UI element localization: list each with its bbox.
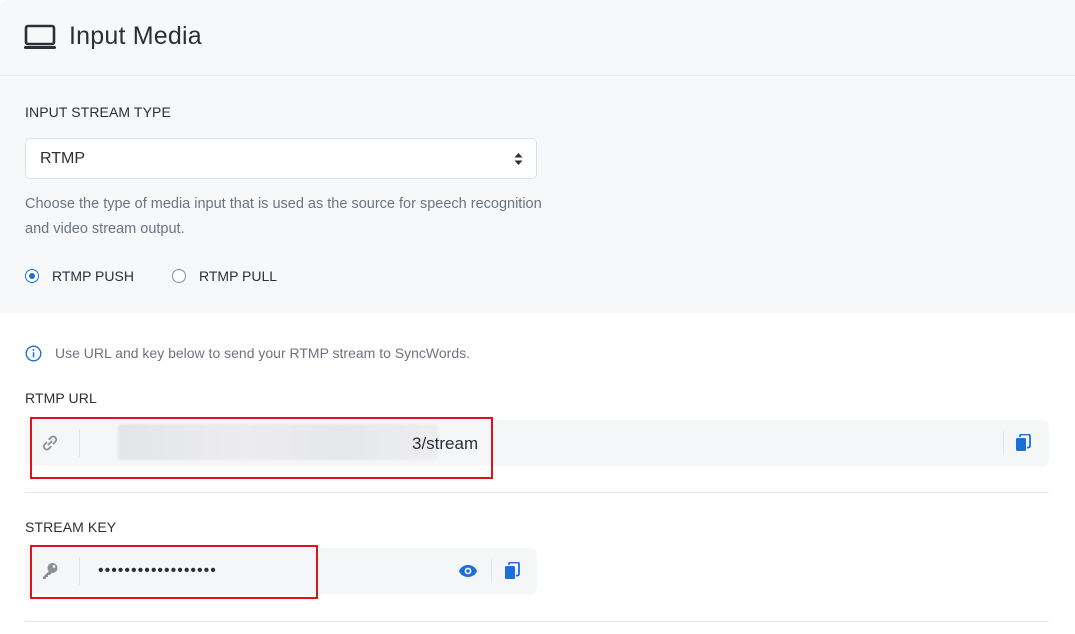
selected-value: RTMP: [40, 150, 86, 167]
rtmp-url-value[interactable]: 3/stream: [412, 434, 478, 454]
stream-key-value[interactable]: ••••••••••••••••••: [98, 562, 217, 580]
stream-type-help-text: Choose the type of media input that is u…: [25, 196, 542, 237]
section-divider: [25, 492, 1049, 493]
radio-rtmp-push[interactable]: RTMP PUSH: [25, 266, 134, 286]
monitor-icon: [24, 24, 56, 49]
toggle-visibility-button[interactable]: [457, 560, 479, 582]
rtmp-url-field: 3/stream: [25, 420, 1049, 466]
info-icon: [25, 344, 42, 362]
section-divider: [25, 621, 1049, 622]
panel-header: Input Media: [0, 0, 1075, 76]
stream-key-field: ••••••••••••••••••: [25, 548, 537, 594]
stream-key-label: STREAM KEY: [25, 519, 117, 535]
link-icon: [42, 435, 58, 451]
input-stream-type-label: INPUT STREAM TYPE: [25, 104, 171, 120]
field-divider: [79, 557, 80, 585]
key-icon: [43, 563, 58, 579]
info-message: Use URL and key below to send your RTMP …: [25, 343, 470, 363]
input-stream-type-select[interactable]: RTMP: [25, 138, 537, 179]
field-divider: [491, 559, 492, 583]
copy-key-button[interactable]: [501, 560, 523, 582]
radio-rtmp-pull[interactable]: RTMP PULL: [172, 266, 277, 286]
copy-url-button[interactable]: [1012, 432, 1034, 454]
rtmp-url-label: RTMP URL: [25, 390, 97, 406]
radio-label: RTMP PULL: [199, 268, 278, 284]
copy-icon: [505, 562, 520, 579]
field-divider: [1003, 431, 1004, 455]
radio-label: RTMP PUSH: [52, 268, 134, 284]
page-title: Input Media: [69, 22, 202, 50]
redacted-url: [118, 424, 438, 460]
sort-caret-icon: [514, 153, 523, 165]
field-divider: [79, 429, 80, 457]
radio-unchecked-icon: [172, 269, 186, 283]
info-text: Use URL and key below to send your RTMP …: [55, 345, 470, 361]
eye-icon: [459, 565, 477, 577]
radio-checked-icon: [25, 269, 39, 283]
copy-icon: [1016, 434, 1031, 451]
